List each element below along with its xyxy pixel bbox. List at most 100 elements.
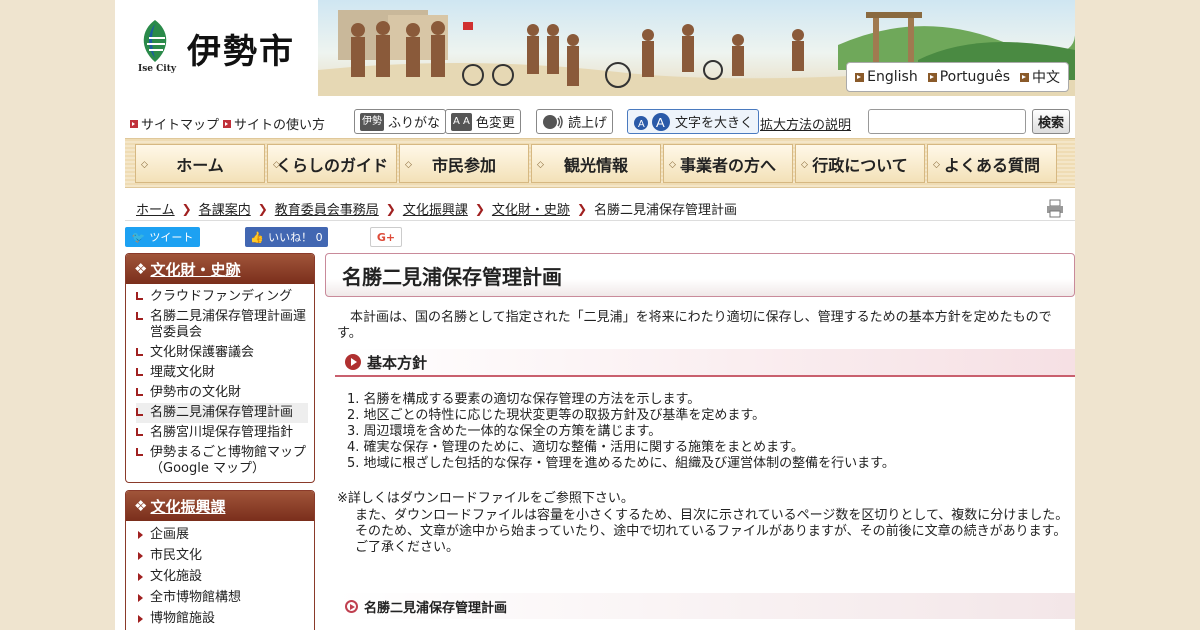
svg-text:A: A <box>656 115 665 130</box>
diamond-icon: ◇ <box>537 160 544 170</box>
furigana-button[interactable]: 伊勢 ふりがな <box>354 109 447 134</box>
tweet-button[interactable]: 🐦 ツイート <box>125 227 200 247</box>
zoom-help-link[interactable]: 拡大方法の説明 <box>760 114 851 133</box>
sidebar-culture-division: ❖ 文化振興課 企画展 市民文化 文化施設 全市博物館構想 博物館施設 <box>125 490 315 630</box>
read-label: 読上げ <box>568 116 608 131</box>
breadcrumb-link[interactable]: ホーム <box>136 199 175 218</box>
list-item: 2. 地区ごとの特性に応じた現状変更等の取扱方針及び基準を定めます。 <box>347 408 766 423</box>
sidebar-item-buried[interactable]: 埋蔵文化財 <box>136 363 308 383</box>
list-item-text: 周辺環境を含めた一体的な保全の方策を講じます。 <box>363 424 662 439</box>
arrow-square-icon <box>130 119 138 128</box>
print-icon[interactable] <box>1045 198 1065 218</box>
nav-faq[interactable]: ◇ よくある質問 <box>927 144 1057 183</box>
corner-bullet-icon <box>136 408 143 416</box>
diamond-icon: ◇ <box>141 160 148 170</box>
sidebar-item-label: 市民文化 <box>150 548 203 563</box>
page: Ise City 伊勢市 English Português 中文 サイトマップ… <box>115 0 1075 630</box>
list-item-text: 地区ごとの特性に応じた現状変更等の取扱方針及び基準を定めます。 <box>363 408 766 423</box>
download-note: ※詳しくはダウンロードファイルをご参照下さい。 <box>337 491 634 506</box>
corner-bullet-icon <box>136 312 143 320</box>
text-zoom-button[interactable]: AA 文字を大きく <box>627 109 760 134</box>
nav-home[interactable]: ◇ ホーム <box>135 144 265 183</box>
like-label: いいね！ 0 <box>268 231 323 244</box>
sidebar-item-civic-culture[interactable]: 市民文化 <box>136 546 308 567</box>
sidebar-item-ise-assets[interactable]: 伊勢市の文化財 <box>136 383 308 403</box>
arrow-right-icon <box>138 552 143 560</box>
nav-living-guide[interactable]: ◇ くらしのガイド <box>267 144 397 183</box>
nav-business[interactable]: ◇ 事業者の方へ <box>663 144 793 183</box>
sidebar-item-label: 埋蔵文化財 <box>150 365 216 380</box>
lang-portuguese-link[interactable]: Português <box>927 69 1010 85</box>
list-item-text: 確実な保存・管理のために、適切な整備・活用に関する施策をまとめます。 <box>363 440 804 455</box>
sitemap-label: サイトマップ <box>141 118 220 133</box>
sidebar-title-link[interactable]: 文化財・史跡 <box>150 259 240 280</box>
howto-link[interactable]: サイトの使い方 <box>223 114 325 133</box>
nav-citizen[interactable]: ◇ 市民参加 <box>399 144 529 183</box>
diamond-icon: ❖ <box>134 497 148 515</box>
sidebar-item-crowdfunding[interactable]: クラウドファンディング <box>136 287 308 307</box>
arrow-right-icon <box>138 573 143 581</box>
arrow-right-icon <box>138 531 143 539</box>
city-name[interactable]: 伊勢市 <box>187 24 295 73</box>
sidebar-item-museum-map[interactable]: 伊勢まるごと博物館マップ（Google マップ） <box>136 443 308 479</box>
logo-caption: Ise City <box>138 64 177 74</box>
nav-label: 観光情報 <box>563 155 628 175</box>
diamond-icon: ◇ <box>669 160 676 170</box>
arrow-right-icon <box>138 594 143 602</box>
sidebar-item-label: 全市博物館構想 <box>150 590 242 605</box>
read-aloud-button[interactable]: 読上げ <box>536 109 614 134</box>
sidebar-item-label: 博物館施設 <box>150 611 216 626</box>
search-input[interactable] <box>868 109 1026 134</box>
sidebar-item-label: 名勝宮川堤保存管理指針 <box>150 425 294 440</box>
furigana-icon: 伊勢 <box>360 112 384 131</box>
breadcrumb-current: 名勝二見浦保存管理計画 <box>594 203 738 218</box>
google-plus-button[interactable]: G+ <box>370 227 402 247</box>
sidebar-item-committee[interactable]: 名勝二見浦保存管理計画運営委員会 <box>136 307 308 343</box>
color-label: 色変更 <box>475 116 515 131</box>
chevron-right-icon: ❯ <box>257 201 268 216</box>
breadcrumb-link[interactable]: 教育委員会事務局 <box>275 199 379 218</box>
sidebar-item-facilities[interactable]: 文化施設 <box>136 567 308 588</box>
breadcrumb-link[interactable]: 文化財・史跡 <box>492 199 570 218</box>
sidebar-item-label: 企画展 <box>150 527 190 542</box>
corner-bullet-icon <box>136 448 143 456</box>
policy-list: 1. 名勝を構成する要素の適切な保存管理の方法を示します。 2. 地区ごとの特性… <box>347 392 895 472</box>
nav-label: 事業者の方へ <box>679 155 776 175</box>
nav-label: 市民参加 <box>431 155 496 175</box>
color-change-button[interactable]: A A 色変更 <box>445 109 521 134</box>
sidebar-item-exhibition[interactable]: 企画展 <box>136 525 308 546</box>
sidebar-item-council[interactable]: 文化財保護審議会 <box>136 343 308 363</box>
policy-heading: 基本方針 <box>335 349 1075 377</box>
list-item-text: 名勝を構成する要素の適切な保存管理の方法を示します。 <box>363 392 701 407</box>
diamond-icon: ◇ <box>801 160 808 170</box>
lang-english-link[interactable]: English <box>855 69 918 85</box>
heading-label: 名勝二見浦保存管理計画 <box>364 600 508 616</box>
lang-chinese-link[interactable]: 中文 <box>1020 67 1060 87</box>
download-heading: 名勝二見浦保存管理計画 <box>335 593 1075 619</box>
breadcrumb-link[interactable]: 各課案内 <box>199 199 251 218</box>
list-item: 4. 確実な保存・管理のために、適切な整備・活用に関する施策をまとめます。 <box>347 440 804 455</box>
sidebar-item-museums[interactable]: 博物館施設 <box>136 609 308 630</box>
utility-bar: サイトマップ サイトの使い方 伊勢 ふりがな A A 色変更 読上げ AA 文字を大… <box>115 108 1075 136</box>
howto-label: サイトの使い方 <box>234 118 326 133</box>
arrow-right-icon <box>138 615 143 623</box>
nav-tourism[interactable]: ◇ 観光情報 <box>531 144 661 183</box>
sidebar-title-link[interactable]: 文化振興課 <box>150 496 225 517</box>
nav-administration[interactable]: ◇ 行政について <box>795 144 925 183</box>
sidebar-item-miyagawa[interactable]: 名勝宮川堤保存管理指針 <box>136 423 308 443</box>
language-selector: English Português 中文 <box>846 62 1069 92</box>
breadcrumb-link[interactable]: 文化振興課 <box>403 199 468 218</box>
intro-text: 本計画は、国の名勝として指定された「二見浦」を将来にわたり適切に保存し、管理する… <box>337 310 1052 341</box>
facebook-like-button[interactable]: 👍 いいね！ 0 <box>245 227 328 247</box>
nav-label: くらしのガイド <box>275 155 388 175</box>
sitemap-link[interactable]: サイトマップ <box>130 114 219 133</box>
circle-arrow-icon <box>345 354 361 370</box>
lang-label: Português <box>939 69 1010 85</box>
tweet-label: ツイート <box>149 231 194 244</box>
sidebar-item-museum-concept[interactable]: 全市博物館構想 <box>136 588 308 609</box>
twitter-bird-icon: 🐦 <box>131 230 146 244</box>
circle-arrow-icon <box>345 599 358 613</box>
sidebar-item-futamiura-plan[interactable]: 名勝二見浦保存管理計画 <box>136 403 308 423</box>
search-button[interactable]: 検索 <box>1032 109 1070 134</box>
header-banner-illustration: English Português 中文 <box>318 0 1075 96</box>
